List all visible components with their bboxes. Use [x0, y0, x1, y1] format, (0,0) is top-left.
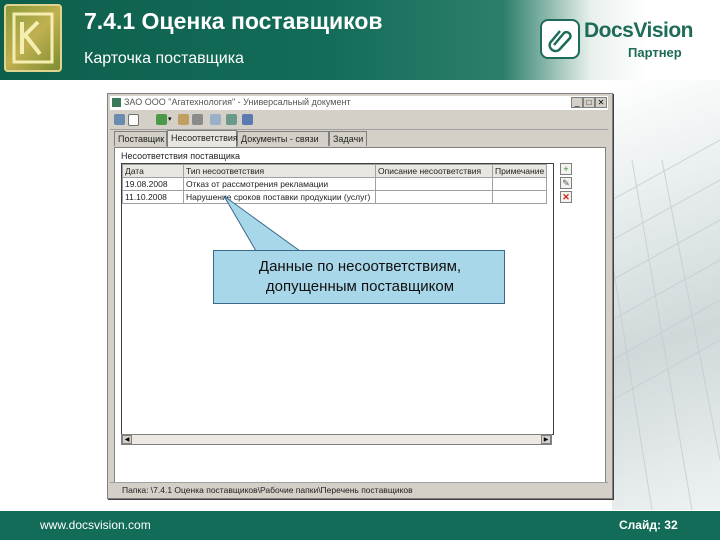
table-header: Дата Тип несоответствия Описание несоотв… — [122, 164, 548, 178]
cell-date[interactable]: 19.08.2008 — [122, 177, 184, 191]
column-header-description[interactable]: Описание несоответствия — [375, 164, 493, 178]
save-icon[interactable] — [114, 114, 125, 125]
minimize-button[interactable]: _ — [571, 97, 583, 108]
add-icon[interactable] — [156, 114, 167, 125]
company-logo — [4, 4, 62, 72]
callout-line-1: Данные по несоответствиям, — [258, 258, 462, 275]
cell-description[interactable] — [375, 177, 493, 191]
add-row-icon[interactable]: + — [560, 163, 572, 175]
slide-number: Слайд: 32 — [619, 518, 678, 532]
horizontal-scrollbar[interactable]: ◀ ▶ — [121, 434, 552, 445]
tab-nonconformities[interactable]: Несоответствия — [167, 130, 238, 147]
callout-box: Данные по несоответствиям, допущенным по… — [213, 250, 505, 304]
new-icon[interactable] — [128, 114, 139, 126]
cell-type[interactable]: Нарушение сроков поставки продукции (усл… — [183, 190, 376, 204]
dropdown-icon[interactable]: ▾ — [168, 114, 174, 125]
window-titlebar[interactable]: ЗАО ООО "Агатехнология" - Универсальный … — [110, 96, 608, 110]
slide-title: 7.4.1 Оценка поставщиков — [84, 8, 383, 34]
brand-logo: DocsVision Партнер — [540, 17, 705, 67]
window-title: ЗАО ООО "Агатехнология" - Универсальный … — [124, 97, 351, 107]
toolbar: ▾ — [110, 111, 608, 130]
column-header-note[interactable]: Примечание — [491, 164, 548, 178]
table-row[interactable]: 11.10.2008 Нарушение сроков поставки про… — [122, 190, 548, 204]
paperclip-icon — [540, 19, 580, 59]
edit-icon[interactable] — [178, 114, 189, 125]
tree-icon[interactable] — [226, 114, 237, 125]
cell-type[interactable]: Отказ от рассмотрения рекламации — [183, 177, 376, 191]
copy-icon[interactable] — [210, 114, 221, 125]
footer-url: www.docsvision.com — [40, 518, 151, 532]
scroll-left-icon[interactable]: ◀ — [122, 435, 132, 444]
brand-name: DocsVision — [584, 19, 693, 42]
column-header-date[interactable]: Дата — [122, 164, 184, 178]
slide-header: 7.4.1 Оценка поставщиков Карточка постав… — [0, 0, 720, 80]
decorative-background — [611, 80, 720, 511]
maximize-button[interactable]: □ — [583, 97, 595, 108]
tab-tasks[interactable]: Задачи — [329, 131, 367, 146]
table-row[interactable]: 19.08.2008 Отказ от рассмотрения реклама… — [122, 177, 548, 191]
slide-subtitle: Карточка поставщика — [84, 50, 244, 67]
print-icon[interactable] — [192, 114, 203, 125]
slide-footer: www.docsvision.com Слайд: 32 — [0, 511, 720, 540]
cell-date[interactable]: 11.10.2008 — [122, 190, 184, 204]
edit-row-icon[interactable]: ✎ — [560, 177, 572, 189]
tab-supplier[interactable]: Поставщик — [114, 131, 167, 146]
cell-description[interactable] — [375, 190, 493, 204]
tab-documents-links[interactable]: Документы - связи — [237, 131, 329, 146]
link-icon[interactable] — [242, 114, 253, 125]
brand-partner: Партнер — [628, 45, 682, 60]
group-label: Несоответствия поставщика — [121, 151, 241, 161]
callout-line-2: допущенным поставщиком — [265, 278, 455, 295]
column-header-type[interactable]: Тип несоответствия — [183, 164, 376, 178]
nonconformities-panel: Несоответствия поставщика Дата Тип несоо… — [114, 147, 606, 484]
scroll-right-icon[interactable]: ▶ — [541, 435, 551, 444]
delete-row-icon[interactable]: ✕ — [560, 191, 572, 203]
close-button[interactable]: ✕ — [595, 97, 607, 108]
cell-note[interactable] — [491, 190, 548, 204]
status-text: Папка: \7.4.1 Оценка поставщиков\Рабочие… — [122, 485, 413, 495]
status-bar: Папка: \7.4.1 Оценка поставщиков\Рабочие… — [110, 482, 608, 497]
app-icon — [112, 98, 121, 107]
cell-note[interactable] — [491, 177, 548, 191]
